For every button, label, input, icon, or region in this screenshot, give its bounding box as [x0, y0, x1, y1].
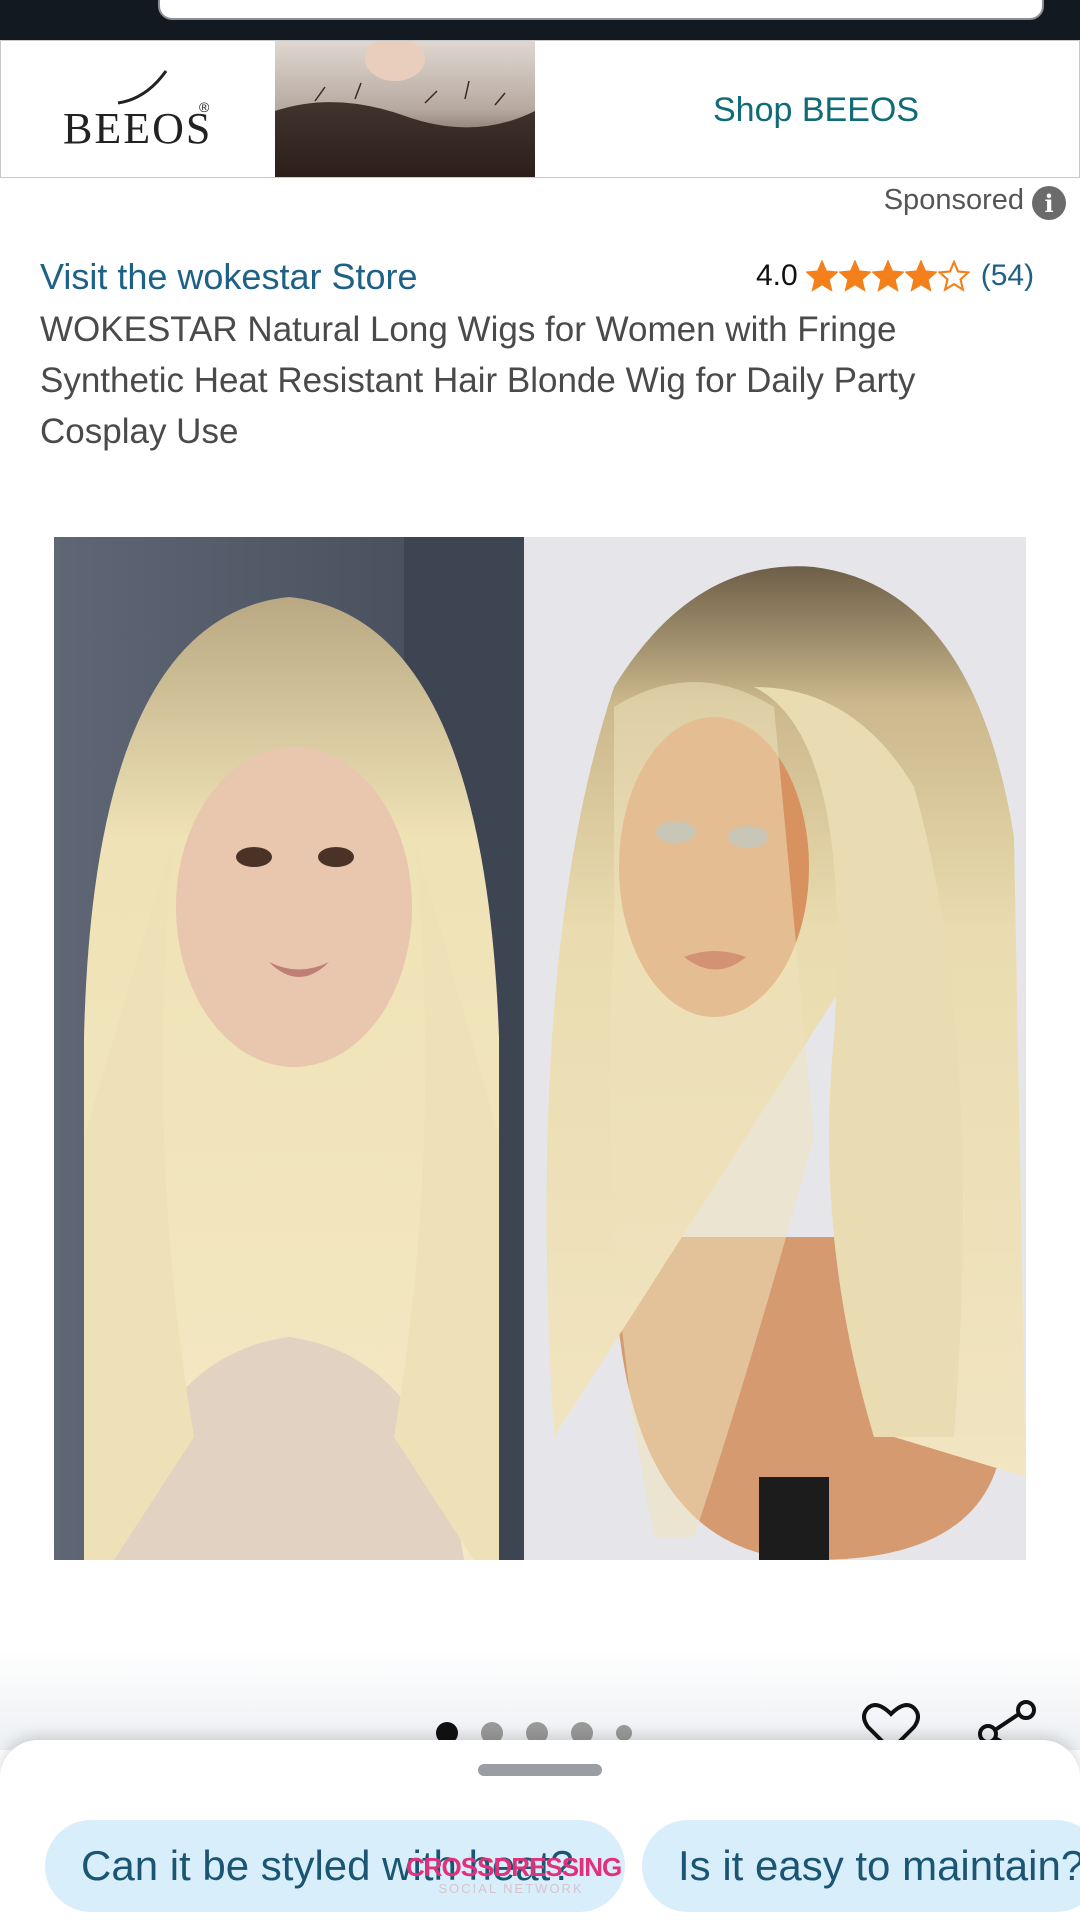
sponsored-label: Sponsored	[883, 184, 1024, 216]
top-bar	[0, 0, 1080, 40]
watermark-text: CROSSDRESSING	[406, 1852, 622, 1882]
watermark-subtext: SOCIAL NETWORK	[438, 1881, 584, 1896]
ad-product-thumbnail[interactable]	[275, 41, 535, 177]
search-input[interactable]	[158, 0, 1044, 20]
rating-summary[interactable]: 4.0 (54)	[756, 256, 1034, 296]
sheet-drag-handle[interactable]	[478, 1764, 602, 1776]
star-empty-icon	[937, 260, 970, 292]
star-filled-icon	[904, 260, 937, 292]
question-chip[interactable]: Is it easy to maintain?	[642, 1820, 1080, 1912]
star-filled-icon	[871, 260, 904, 292]
watermark: CROSSDRESSING SOCIAL NETWORK	[406, 1852, 622, 1896]
visit-store-link[interactable]: Visit the wokestar Store	[40, 256, 418, 298]
rating-value: 4.0	[756, 259, 798, 292]
registered-mark: ®	[199, 99, 210, 115]
rating-stars	[805, 260, 971, 292]
product-image[interactable]	[54, 537, 1026, 1560]
info-icon[interactable]: i	[1032, 186, 1066, 220]
star-filled-icon	[838, 260, 871, 292]
product-title: WOKESTAR Natural Long Wigs for Women wit…	[40, 310, 916, 451]
ad-brand-logo: BEEOS	[63, 104, 213, 153]
shop-brand-link[interactable]: Shop BEEOS	[713, 91, 919, 130]
sponsored-ad-banner[interactable]: BEEOS ® Shop BEEOS	[0, 40, 1080, 178]
star-filled-icon	[805, 260, 838, 292]
carousel-dot[interactable]	[616, 1725, 632, 1741]
rating-count-link[interactable]: (54)	[981, 259, 1034, 293]
